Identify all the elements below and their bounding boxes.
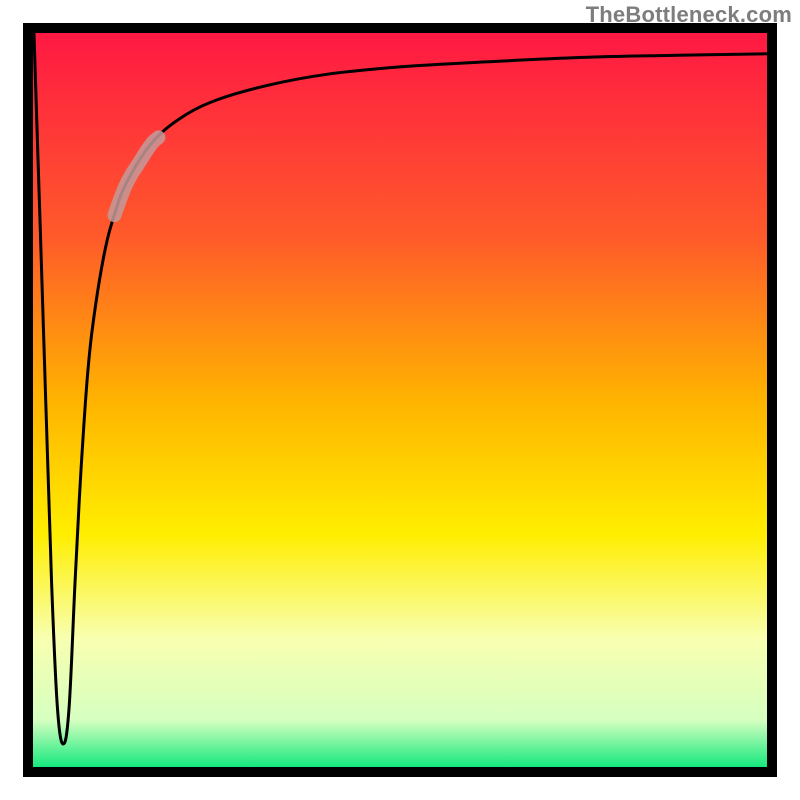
chart-container: TheBottleneck.com — [0, 0, 800, 800]
plot-background-gradient — [28, 28, 772, 772]
bottleneck-chart — [0, 0, 800, 800]
